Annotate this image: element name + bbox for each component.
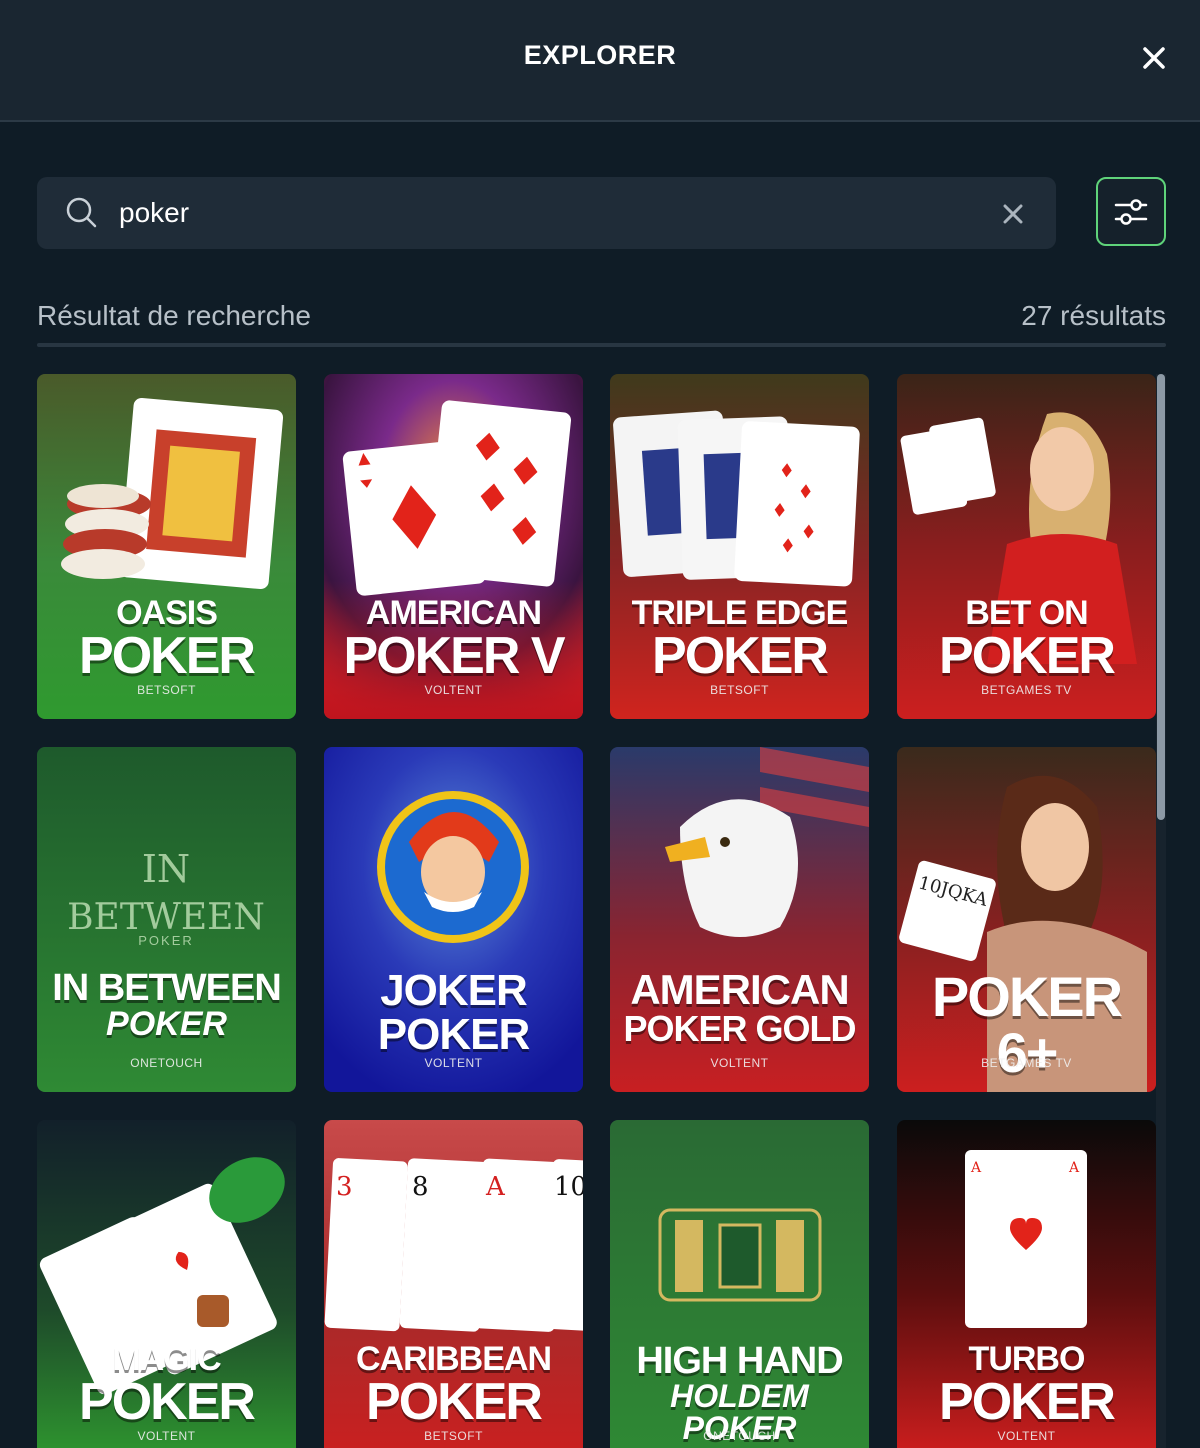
title-line-1: AMERICAN — [630, 966, 849, 1013]
title-line-2: POKER — [106, 1005, 227, 1043]
game-grid: OASIS POKER BETSOFT AMERICAN POKER V VOLTE… — [37, 374, 1156, 1448]
title-line-1: BET ON — [965, 594, 1088, 632]
card-title: JOKER POKER — [324, 969, 583, 1057]
card-title: OASIS POKER — [37, 596, 296, 682]
art-line-3: POKER — [138, 933, 194, 948]
card-title: IN BETWEEN POKER — [37, 969, 296, 1041]
clear-search-button[interactable] — [998, 199, 1028, 229]
art-line-2: BETWEEN — [67, 897, 265, 938]
divider — [37, 343, 1166, 347]
search-input[interactable] — [119, 191, 959, 235]
provider-label: BETSOFT — [710, 683, 769, 697]
title-line-2: POKER — [939, 627, 1116, 685]
provider-label: VOLTENT — [997, 1429, 1056, 1443]
title-line-1: AMERICAN — [365, 594, 542, 632]
card-rank-top-right: A — [1068, 1160, 1080, 1176]
title-line-1: OASIS — [116, 594, 218, 632]
title-line-2: POKER — [79, 627, 256, 685]
provider-label: BETSOFT — [137, 683, 196, 697]
game-card-triple-edge-poker[interactable]: TRIPLE EDGE POKER BETSOFT — [610, 374, 869, 719]
provider-label: VOLTENT — [424, 1056, 483, 1070]
game-card-joker-poker[interactable]: JOKER POKER VOLTENT — [324, 747, 583, 1092]
title-line-2: POKER — [939, 1373, 1116, 1431]
card-title: CARIBBEAN POKER — [324, 1342, 583, 1428]
scrollbar-thumb[interactable] — [1157, 374, 1165, 820]
game-card-american-poker-gold[interactable]: AMERICAN POKER GOLD VOLTENT — [610, 747, 869, 1092]
scrollbar[interactable] — [1156, 374, 1166, 1448]
title-line-1: IN BETWEEN — [52, 967, 282, 1009]
card-rank-4: 10 — [554, 1172, 583, 1202]
search-bar — [37, 177, 1056, 249]
game-card-caribbean-poker[interactable]: 3 8 A 10 CARIBBEAN POKER BETSOFT — [324, 1120, 583, 1448]
title-line-1: CARIBBEAN — [356, 1340, 552, 1378]
provider-label: VOLTENT — [710, 1056, 769, 1070]
game-card-american-poker-v[interactable]: AMERICAN POKER V VOLTENT — [324, 374, 583, 719]
page-title: EXPLORER — [523, 40, 677, 70]
title-line-1: MAGIC — [112, 1340, 221, 1378]
provider-label: BETGAMES TV — [981, 1056, 1072, 1070]
title-line-2: POKER — [366, 1373, 543, 1431]
card-title: BET ON POKER — [897, 596, 1156, 682]
game-card-poker-6-plus[interactable]: 10JQKA POKER 6+ BETGAMES TV — [897, 747, 1156, 1092]
title-line-2: POKER — [652, 627, 829, 685]
title-line-1: TURBO — [968, 1340, 1086, 1378]
title-line-2: POKER V — [343, 627, 565, 685]
game-card-magic-poker[interactable]: MAGIC POKER VOLTENT — [37, 1120, 296, 1448]
close-button[interactable] — [1134, 38, 1174, 78]
title-line-2: POKER — [79, 1373, 256, 1431]
provider-label: VOLTENT — [424, 683, 483, 697]
header: EXPLORER — [0, 0, 1200, 122]
card-title: AMERICAN POKER V — [324, 596, 583, 682]
title-line-2: POKER GOLD — [623, 1008, 856, 1049]
provider-label: BETGAMES TV — [981, 683, 1072, 697]
sliders-icon — [1114, 198, 1148, 225]
provider-label: ONETOUCH — [703, 1429, 776, 1443]
title-line-1: HIGH HAND — [636, 1340, 843, 1382]
card-rank-1: 3 — [336, 1172, 353, 1202]
card-rank-top: A — [970, 1160, 982, 1176]
provider-label: BETSOFT — [424, 1429, 483, 1443]
game-card-turbo-poker[interactable]: A A TURBO POKER VOLTENT — [897, 1120, 1156, 1448]
title-line-2: POKER — [377, 1010, 530, 1059]
game-card-oasis-poker[interactable]: OASIS POKER BETSOFT — [37, 374, 296, 719]
clear-icon — [1003, 204, 1023, 224]
card-title: TRIPLE EDGE POKER — [610, 596, 869, 682]
card-title: MAGIC POKER — [37, 1342, 296, 1428]
provider-label: ONETOUCH — [130, 1056, 203, 1070]
card-title: AMERICAN POKER GOLD — [610, 969, 869, 1047]
filter-button[interactable] — [1096, 177, 1166, 246]
results-count: 27 résultats — [1021, 300, 1166, 331]
provider-label: VOLTENT — [137, 1429, 196, 1443]
card-title: TURBO POKER — [897, 1342, 1156, 1428]
game-card-bet-on-poker[interactable]: BET ON POKER BETGAMES TV — [897, 374, 1156, 719]
card-rank-3: A — [485, 1172, 506, 1202]
results-label: Résultat de recherche — [37, 300, 311, 331]
title-line-1: TRIPLE EDGE — [631, 594, 849, 632]
game-card-in-between-poker[interactable]: IN BETWEEN POKER IN BETWEEN POKER ONETOUC… — [37, 747, 296, 1092]
card-rank-2: 8 — [412, 1172, 429, 1202]
game-card-high-hand-holdem-poker[interactable]: HIGH HAND HOLDEM POKER ONETOUCH — [610, 1120, 869, 1448]
search-icon — [66, 197, 97, 228]
title-line-1: JOKER — [380, 966, 528, 1015]
close-icon — [1143, 47, 1165, 69]
art-line-1: IN — [142, 847, 190, 891]
